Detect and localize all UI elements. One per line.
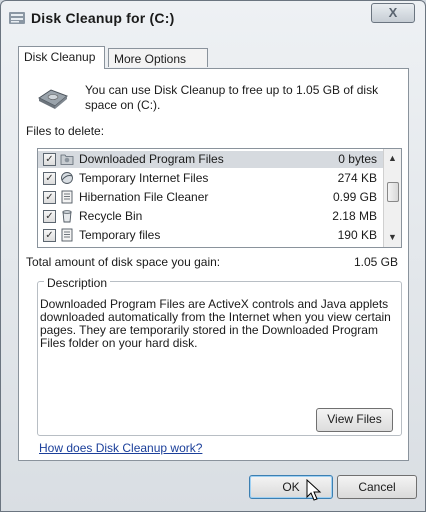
file-category-size: 2.18 MB xyxy=(332,209,377,223)
description-group: Description Downloaded Program Files are… xyxy=(37,276,402,436)
file-category-name: Temporary Internet Files xyxy=(79,171,209,185)
list-item[interactable]: ✓ Hibernation File Cleaner 0.99 GB xyxy=(38,189,383,206)
total-space-label: Total amount of disk space you gain: xyxy=(26,255,221,269)
disk-cleanup-icon xyxy=(9,12,25,24)
scroll-up-icon[interactable]: ▲ xyxy=(384,151,401,166)
document-icon xyxy=(61,190,73,204)
document-icon xyxy=(61,228,73,242)
list-item[interactable]: ✓ Recycle Bin 2.18 MB xyxy=(38,208,383,225)
checkbox[interactable]: ✓ xyxy=(43,172,56,185)
total-space-value: 1.05 GB xyxy=(353,255,398,269)
view-files-button[interactable]: View Files xyxy=(316,408,393,432)
scrollbar-thumb[interactable] xyxy=(387,182,399,202)
disk-cleanup-icon xyxy=(38,89,68,109)
mouse-cursor-icon xyxy=(306,479,322,501)
list-item[interactable]: ✓ Temporary Internet Files 274 KB xyxy=(38,170,383,187)
close-button[interactable]: X xyxy=(371,3,415,23)
checkbox[interactable]: ✓ xyxy=(43,191,56,204)
help-link[interactable]: How does Disk Cleanup work? xyxy=(39,441,202,455)
description-text: Downloaded Program Files are ActiveX con… xyxy=(40,297,391,350)
files-to-delete-label: Files to delete: xyxy=(26,124,105,138)
file-category-size: 190 KB xyxy=(337,228,377,242)
cancel-button[interactable]: Cancel xyxy=(337,475,417,499)
checkbox[interactable]: ✓ xyxy=(43,229,56,242)
file-category-size: 0.99 GB xyxy=(332,190,377,204)
window-title: Disk Cleanup for (C:) xyxy=(31,10,175,26)
file-category-name: Hibernation File Cleaner xyxy=(79,190,209,204)
file-category-size: 274 KB xyxy=(337,171,377,185)
disk-cleanup-window: Disk Cleanup for (C:) X Disk Cleanup Mor… xyxy=(0,0,426,512)
close-icon: X xyxy=(388,5,398,20)
tab-more-options[interactable]: More Options xyxy=(108,48,208,67)
title-bar[interactable]: Disk Cleanup for (C:) X xyxy=(1,1,425,35)
scroll-down-icon[interactable]: ▼ xyxy=(384,230,401,245)
list-item[interactable]: ✓ Temporary files 190 KB xyxy=(38,227,383,244)
file-category-name: Temporary files xyxy=(79,228,161,242)
tab-panel: You can use Disk Cleanup to free up to 1… xyxy=(18,68,409,461)
checkbox[interactable]: ✓ xyxy=(43,210,56,223)
intro-text: You can use Disk Cleanup to free up to 1… xyxy=(85,83,379,112)
tab-disk-cleanup[interactable]: Disk Cleanup xyxy=(18,46,105,69)
files-list[interactable]: ✓ Downloaded Program Files 0 bytes ✓ Tem… xyxy=(37,148,402,248)
list-item[interactable]: ✓ Downloaded Program Files 0 bytes xyxy=(38,151,383,168)
checkbox[interactable]: ✓ xyxy=(43,153,56,166)
list-scrollbar[interactable]: ▲ ▼ xyxy=(383,149,401,247)
file-category-name: Recycle Bin xyxy=(79,209,143,223)
file-category-size: 0 bytes xyxy=(338,152,377,166)
folder-icon xyxy=(60,154,74,165)
file-category-name: Downloaded Program Files xyxy=(79,152,224,166)
internet-files-icon xyxy=(61,172,73,184)
description-legend: Description xyxy=(44,276,111,290)
recycle-bin-icon xyxy=(62,210,72,223)
